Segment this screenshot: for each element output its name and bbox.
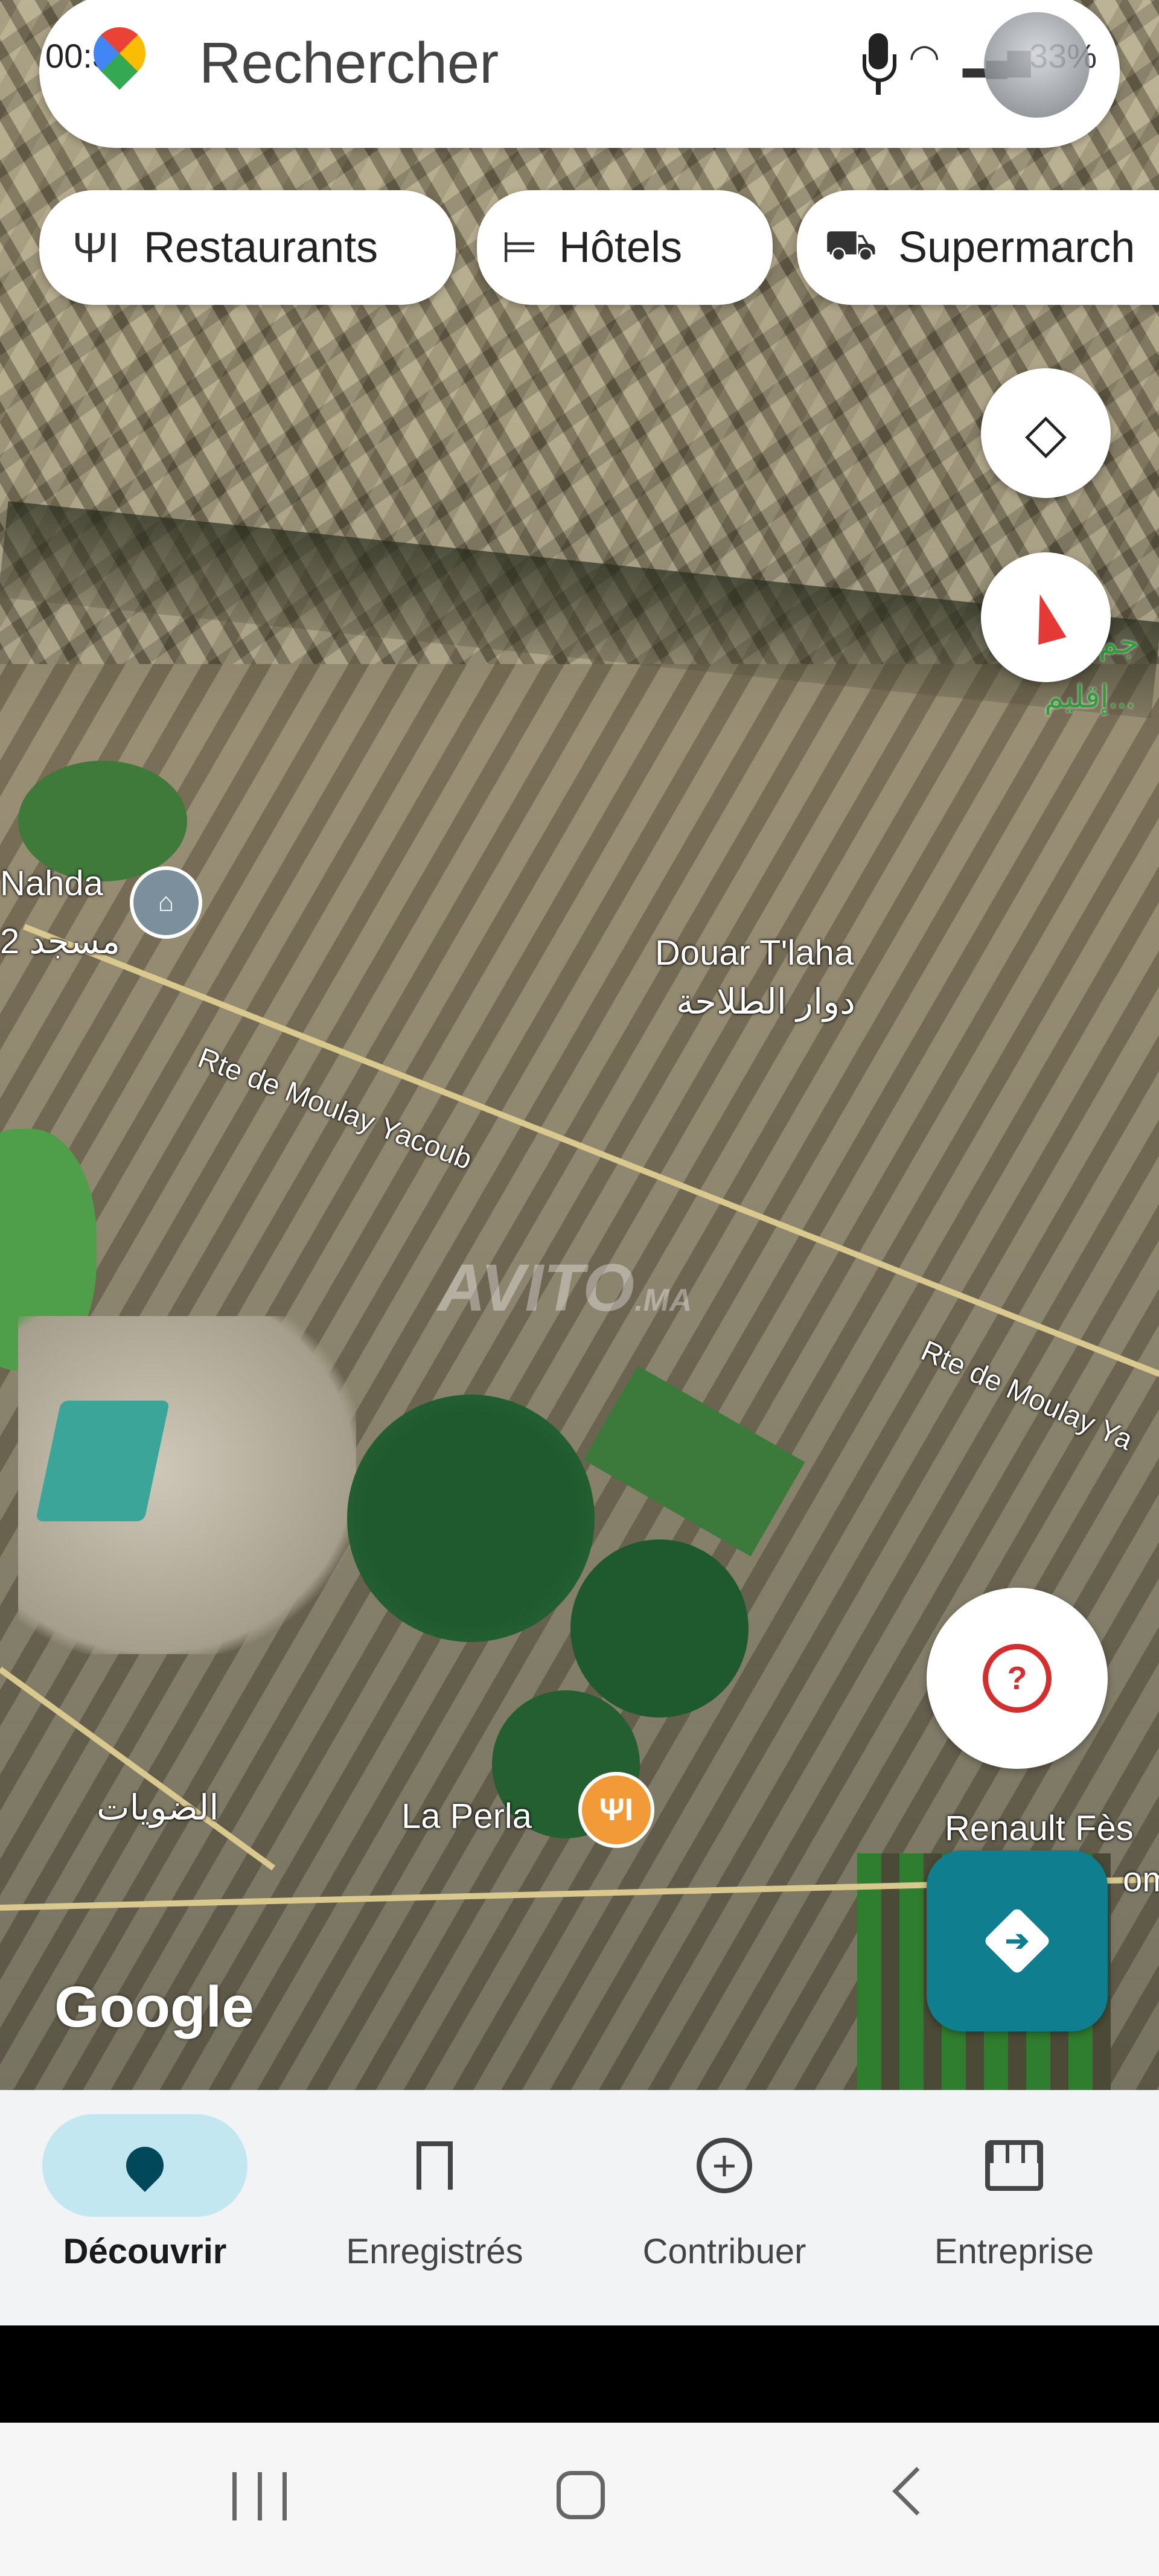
nav-contribuer[interactable]: + Contribuer bbox=[598, 2114, 851, 2272]
label-edge-ar-2: إقليم... bbox=[1044, 680, 1135, 715]
nav-enregistres[interactable]: Enregistrés bbox=[308, 2114, 561, 2272]
fork-knife-icon: ΨΙ bbox=[72, 224, 120, 271]
chip-label: Restaurants bbox=[143, 223, 378, 272]
compass-icon bbox=[1025, 590, 1067, 645]
label-douar-ar: دوار الطلاحة bbox=[676, 982, 855, 1021]
label-nahda-ar: 2 مسجد bbox=[0, 922, 121, 961]
microphone-icon[interactable] bbox=[860, 33, 896, 100]
search-input[interactable]: Rechercher bbox=[199, 30, 499, 97]
chip-label: Supermarch bbox=[898, 223, 1135, 272]
nav-active-indicator bbox=[42, 2114, 247, 2217]
back-button[interactable] bbox=[892, 2467, 941, 2516]
location-pin-icon bbox=[118, 2139, 171, 2192]
chip-label: Hôtels bbox=[558, 223, 683, 272]
restaurant-pin[interactable]: ΨΙ bbox=[578, 1772, 654, 1848]
avatar[interactable] bbox=[984, 12, 1090, 118]
nav-label: Entreprise bbox=[934, 2232, 1094, 2271]
pivot-field-1 bbox=[347, 1395, 595, 1642]
search-bar[interactable]: 00:39 Rechercher ◠ ▂▄▆ 33% bbox=[39, 0, 1120, 148]
store-icon bbox=[985, 2140, 1043, 2191]
layers-icon: ◇ bbox=[1024, 403, 1067, 464]
bed-icon: ⊨ bbox=[501, 224, 538, 271]
home-button[interactable] bbox=[557, 2471, 605, 2519]
label-renault-2: om bbox=[1123, 1860, 1159, 1899]
location-target-icon: ? bbox=[983, 1644, 1052, 1713]
google-logo: Google bbox=[54, 1975, 254, 2039]
recent-apps-button[interactable] bbox=[232, 2472, 287, 2520]
cart-icon: ⛟ bbox=[824, 221, 878, 268]
pivot-field-2 bbox=[570, 1539, 749, 1718]
chip-hotels[interactable]: ⊨ Hôtels bbox=[477, 190, 773, 305]
add-circle-icon: + bbox=[697, 2138, 752, 2193]
layers-button[interactable]: ◇ bbox=[981, 368, 1111, 498]
my-location-button[interactable]: ? bbox=[927, 1588, 1108, 1769]
nav-label: Découvrir bbox=[63, 2232, 227, 2271]
wifi-icon: ◠ bbox=[908, 37, 940, 77]
label-la-perla: La Perla bbox=[401, 1797, 532, 1836]
mosque-icon: ⌂ bbox=[158, 887, 174, 917]
avito-watermark: AVITO.MA bbox=[438, 1251, 692, 1325]
mosque-pin[interactable]: ⌂ bbox=[130, 866, 202, 939]
fork-knife-icon: ΨΙ bbox=[599, 1792, 634, 1827]
label-nahda: Nahda bbox=[0, 864, 103, 903]
nav-entreprise[interactable]: Entreprise bbox=[887, 2114, 1141, 2272]
label-renault: Renault Fès bbox=[945, 1809, 1134, 1848]
chip-restaurants[interactable]: ΨΙ Restaurants bbox=[39, 190, 456, 305]
directions-icon: ➔ bbox=[983, 1906, 1052, 1975]
maps-pin-logo-icon bbox=[83, 16, 156, 100]
system-navigation-bar bbox=[0, 2423, 1159, 2576]
bottom-navigation: Découvrir Enregistrés + Contribuer Entre… bbox=[0, 2090, 1159, 2325]
label-road-1: Rte de Moulay Yacoub bbox=[193, 1041, 476, 1176]
nav-label: Contribuer bbox=[642, 2232, 806, 2271]
road-southwest bbox=[0, 1666, 275, 1871]
satellite-map[interactable]: Nahda 2 مسجد ⌂ Douar T'laha دوار الطلاحة… bbox=[0, 0, 1159, 2090]
directions-button[interactable]: ➔ bbox=[927, 1850, 1108, 2031]
nav-label: Enregistrés bbox=[346, 2232, 523, 2271]
bookmark-icon bbox=[417, 2141, 453, 2190]
compass-button[interactable] bbox=[981, 552, 1111, 682]
nav-decouvrir[interactable]: Découvrir bbox=[18, 2114, 272, 2272]
label-douar: Douar T'laha bbox=[655, 933, 854, 973]
label-dwiyat: الضويات bbox=[97, 1788, 219, 1827]
crop-strip bbox=[583, 1366, 805, 1556]
chip-supermarket[interactable]: ⛟ Supermarch bbox=[797, 190, 1159, 305]
